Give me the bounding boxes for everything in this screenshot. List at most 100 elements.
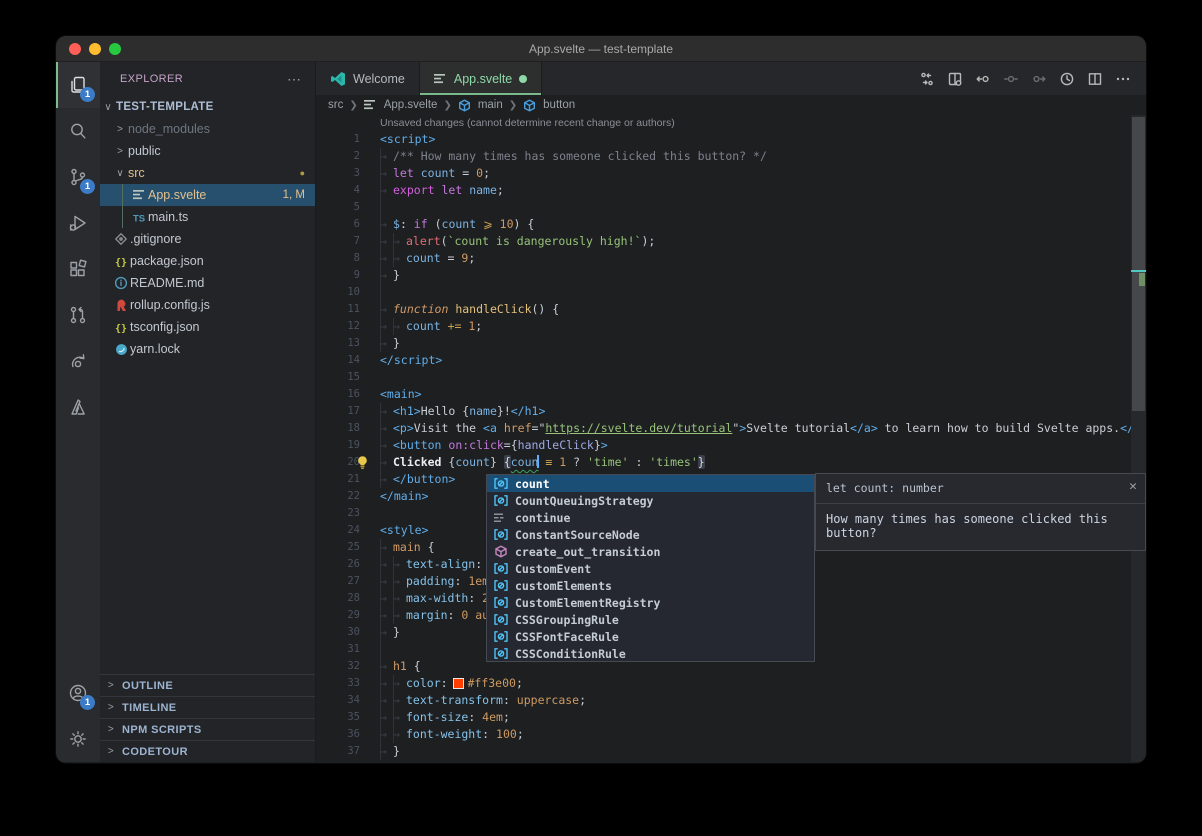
previous-change-button[interactable] bbox=[972, 68, 994, 90]
tab-app-svelte[interactable]: App.svelte bbox=[420, 62, 542, 95]
code-line[interactable]: 8→→count = 9; bbox=[316, 250, 1146, 267]
line-number[interactable]: 7 bbox=[316, 233, 376, 250]
project-root[interactable]: ∨TEST-TEMPLATE bbox=[100, 96, 315, 118]
line-number[interactable]: 13 bbox=[316, 335, 376, 352]
minimize-window-button[interactable] bbox=[89, 43, 101, 55]
line-number[interactable]: 28 bbox=[316, 590, 376, 607]
code-line[interactable]: 14</script> bbox=[316, 352, 1146, 369]
suggest-item-customevent[interactable]: CustomEvent bbox=[487, 560, 814, 577]
code-line[interactable]: 15 bbox=[316, 369, 1146, 386]
code-line[interactable]: 35→→font-size: 4em; bbox=[316, 709, 1146, 726]
file-history-button[interactable] bbox=[1056, 68, 1078, 90]
suggest-item-countqueuingstrategy[interactable]: CountQueuingStrategy bbox=[487, 492, 814, 509]
open-changes-button[interactable] bbox=[944, 68, 966, 90]
line-number[interactable]: 23 bbox=[316, 505, 376, 522]
next-change-button[interactable] bbox=[1028, 68, 1050, 90]
code-line[interactable]: 17→<h1>Hello {name}!</h1> bbox=[316, 403, 1146, 420]
line-number[interactable]: 6 bbox=[316, 216, 376, 233]
line-number[interactable]: 16 bbox=[316, 386, 376, 403]
line-number[interactable]: 37 bbox=[316, 743, 376, 760]
code-line[interactable]: 2→/** How many times has someone clicked… bbox=[316, 148, 1146, 165]
activity-item-azure[interactable] bbox=[56, 384, 100, 430]
code-line[interactable]: 11→function handleClick() { bbox=[316, 301, 1146, 318]
file-tree-item-app-svelte[interactable]: App.svelte1, M bbox=[100, 184, 315, 206]
code-line[interactable]: 36→→font-weight: 100; bbox=[316, 726, 1146, 743]
breadcrumb-item-app-svelte[interactable]: App.svelte bbox=[364, 99, 438, 111]
file-tree-item--gitignore[interactable]: .gitignore bbox=[100, 228, 315, 250]
activity-item-extensions[interactable] bbox=[56, 246, 100, 292]
activity-item-github-pull-requests[interactable] bbox=[56, 292, 100, 338]
suggest-item-cssfontfacerule[interactable]: CSSFontFaceRule bbox=[487, 628, 814, 645]
line-number[interactable]: 15 bbox=[316, 369, 376, 386]
code-line[interactable]: 7→→alert(`count is dangerously high!`); bbox=[316, 233, 1146, 250]
editor-scrollbar[interactable] bbox=[1131, 115, 1146, 762]
suggest-item-cssgroupingrule[interactable]: CSSGroupingRule bbox=[487, 611, 814, 628]
code-line[interactable]: 13→} bbox=[316, 335, 1146, 352]
line-number[interactable]: 29 bbox=[316, 607, 376, 624]
compare-changes-button[interactable] bbox=[916, 68, 938, 90]
line-number[interactable]: 8 bbox=[316, 250, 376, 267]
more-actions-button[interactable] bbox=[1112, 68, 1134, 90]
sidebar-section-npm-scripts[interactable]: >NPM SCRIPTS bbox=[100, 718, 315, 740]
activity-item-live-share[interactable] bbox=[56, 338, 100, 384]
sidebar-section-timeline[interactable]: >TIMELINE bbox=[100, 696, 315, 718]
code-line[interactable]: 12→→count += 1; bbox=[316, 318, 1146, 335]
activity-item-manage[interactable] bbox=[56, 716, 100, 762]
close-window-button[interactable] bbox=[69, 43, 81, 55]
line-number[interactable]: 32 bbox=[316, 658, 376, 675]
zoom-window-button[interactable] bbox=[109, 43, 121, 55]
line-number[interactable]: 36 bbox=[316, 726, 376, 743]
line-number[interactable]: 18 bbox=[316, 420, 376, 437]
suggest-item-count[interactable]: count bbox=[487, 475, 814, 492]
suggest-item-customelements[interactable]: customElements bbox=[487, 577, 814, 594]
code-line[interactable]: 6→$: if (count ⩾ 10) { bbox=[316, 216, 1146, 233]
line-number[interactable]: 25 bbox=[316, 539, 376, 556]
suggest-item-create_out_transition[interactable]: create_out_transition bbox=[487, 543, 814, 560]
file-tree-item-public[interactable]: >public bbox=[100, 140, 315, 162]
line-number[interactable]: 31 bbox=[316, 641, 376, 658]
line-number[interactable]: 14 bbox=[316, 352, 376, 369]
file-tree-item-src[interactable]: ∨src● bbox=[100, 162, 315, 184]
code-line[interactable]: 9→} bbox=[316, 267, 1146, 284]
code-line[interactable]: 3→let count = 0; bbox=[316, 165, 1146, 182]
line-number[interactable]: 22 bbox=[316, 488, 376, 505]
line-number[interactable]: 9 bbox=[316, 267, 376, 284]
sidebar-section-outline[interactable]: >OUTLINE bbox=[100, 674, 315, 696]
activity-item-accounts[interactable]: 1 bbox=[56, 670, 100, 716]
file-tree-item-main-ts[interactable]: TSmain.ts bbox=[100, 206, 315, 228]
activity-item-source-control[interactable]: 1 bbox=[56, 154, 100, 200]
line-number[interactable]: 3 bbox=[316, 165, 376, 182]
code-line[interactable]: 33→→color: #ff3e00; bbox=[316, 675, 1146, 692]
code-line[interactable]: 34→→text-transform: uppercase; bbox=[316, 692, 1146, 709]
code-line[interactable]: 37→} bbox=[316, 743, 1146, 760]
tab-welcome[interactable]: Welcome bbox=[316, 62, 420, 95]
line-number[interactable]: 19 bbox=[316, 437, 376, 454]
editor[interactable]: Unsaved changes (cannot determine recent… bbox=[316, 115, 1146, 762]
line-number[interactable]: 33 bbox=[316, 675, 376, 692]
file-tree-item-tsconfig-json[interactable]: {}tsconfig.json bbox=[100, 316, 315, 338]
sidebar-section-codetour[interactable]: >CODETOUR bbox=[100, 740, 315, 762]
breadcrumb-item-button[interactable]: button bbox=[523, 99, 575, 112]
line-number[interactable]: 5 bbox=[316, 199, 376, 216]
breadcrumb-item-src[interactable]: src bbox=[328, 99, 343, 111]
line-number[interactable]: 30 bbox=[316, 624, 376, 641]
line-number[interactable]: 11 bbox=[316, 301, 376, 318]
file-tree-item-node-modules[interactable]: >node_modules bbox=[100, 118, 315, 140]
suggest-item-cssconditionrule[interactable]: CSSConditionRule bbox=[487, 645, 814, 662]
code-line[interactable]: 10 bbox=[316, 284, 1146, 301]
code-line[interactable]: 20→Clicked {count} {coun ≡ 1 ? 'time' : … bbox=[316, 454, 1146, 471]
code-line[interactable]: 5 bbox=[316, 199, 1146, 216]
line-number[interactable]: 17 bbox=[316, 403, 376, 420]
codelens-unsaved-changes[interactable]: Unsaved changes (cannot determine recent… bbox=[316, 115, 1146, 131]
line-number[interactable]: 12 bbox=[316, 318, 376, 335]
activity-item-run-and-debug[interactable] bbox=[56, 200, 100, 246]
close-icon[interactable]: ✕ bbox=[1129, 481, 1137, 493]
suggest-item-constantsourcenode[interactable]: ConstantSourceNode bbox=[487, 526, 814, 543]
split-editor-button[interactable] bbox=[1084, 68, 1106, 90]
file-tree-item-yarn-lock[interactable]: yarn.lock bbox=[100, 338, 315, 360]
file-tree-item-package-json[interactable]: {}package.json bbox=[100, 250, 315, 272]
code-line[interactable]: 4→export let name; bbox=[316, 182, 1146, 199]
code-line[interactable]: 16<main> bbox=[316, 386, 1146, 403]
line-number[interactable]: 2 bbox=[316, 148, 376, 165]
line-number[interactable]: 26 bbox=[316, 556, 376, 573]
